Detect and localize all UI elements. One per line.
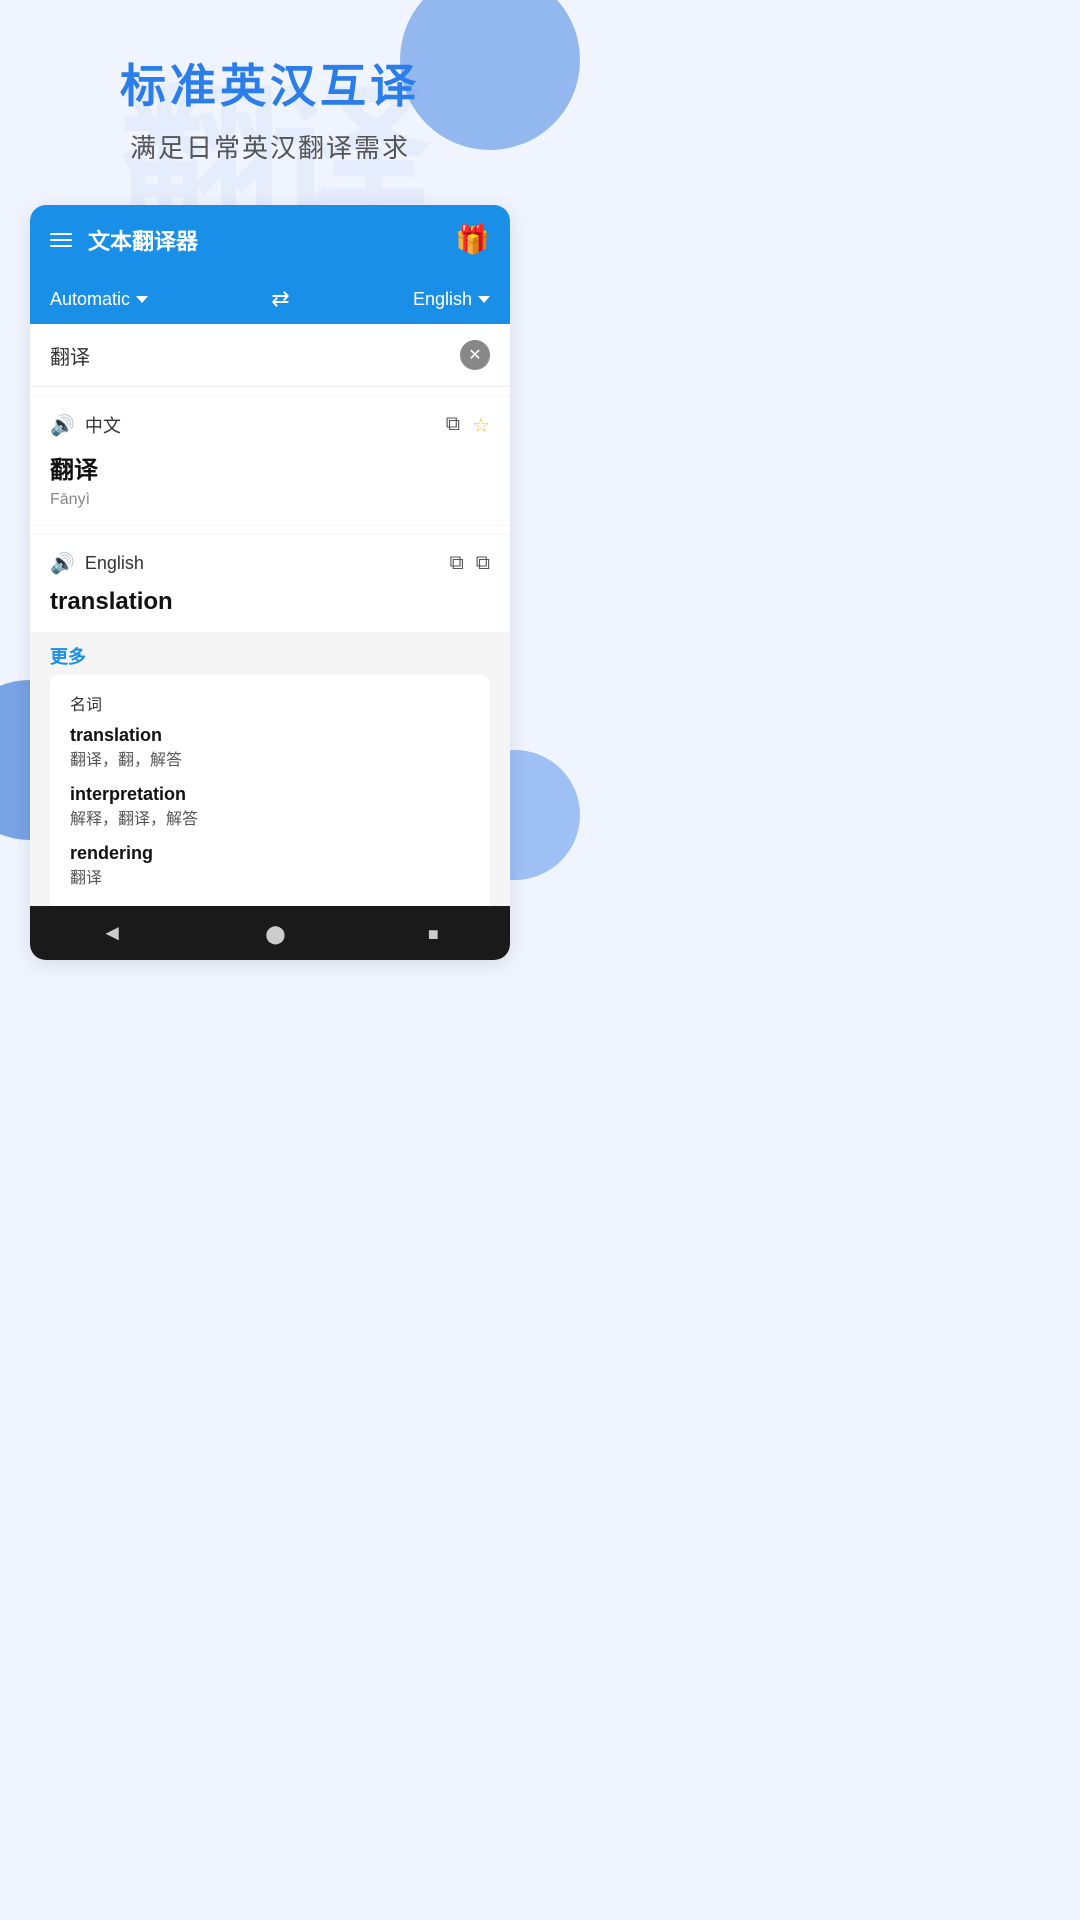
chinese-speaker-icon[interactable]: 🔊: [50, 413, 75, 438]
definitions-card: 名词 translation 翻译，翻，解答 interpretation 解释…: [50, 675, 490, 906]
definition-category: 名词: [70, 691, 470, 715]
def-meaning-3: 翻译: [70, 864, 470, 888]
nav-back-button[interactable]: [101, 920, 123, 946]
swap-languages-button[interactable]: ⇄: [271, 286, 289, 312]
nav-home-button[interactable]: [265, 920, 285, 946]
gift-icon[interactable]: 🎁: [455, 223, 490, 256]
bottom-navigation: [30, 906, 510, 960]
source-language-button[interactable]: Automatic: [50, 289, 148, 310]
english-speaker-icon[interactable]: 🔊: [50, 551, 75, 576]
sub-title: 满足日常英汉翻译需求: [30, 128, 510, 165]
app-card: 文本翻译器 🎁 Automatic ⇄ English 翻译 ✕: [30, 205, 510, 960]
def-word-1: translation: [70, 725, 470, 746]
chinese-lang-label: 中文: [85, 412, 121, 438]
chinese-result-text: 翻译: [50, 450, 490, 485]
app-title: 文本翻译器: [88, 224, 198, 256]
app-topbar: 文本翻译器 🎁: [30, 205, 510, 274]
more-section: 更多 名词 translation 翻译，翻，解答 interpretation…: [30, 633, 510, 906]
clear-button[interactable]: ✕: [460, 340, 490, 370]
app-body: 翻译 ✕ 🔊 中文 ⧉ ☆ 翻译 Fānyì: [30, 324, 510, 906]
def-meaning-2: 解释，翻译，解答: [70, 805, 470, 829]
copy-english-icon[interactable]: ⧉: [476, 552, 490, 575]
definition-item-2: interpretation 解释，翻译，解答: [70, 784, 470, 829]
main-title: 标准英汉互译: [30, 50, 510, 116]
favorite-icon[interactable]: ☆: [472, 413, 490, 438]
pinyin-text: Fānyì: [50, 491, 490, 509]
copy-chinese-icon[interactable]: ⧉: [446, 413, 460, 438]
def-meaning-1: 翻译，翻，解答: [70, 746, 470, 770]
language-selector: Automatic ⇄ English: [30, 274, 510, 324]
target-lang-arrow-icon: [478, 296, 490, 303]
input-text[interactable]: 翻译: [50, 341, 90, 370]
english-lang-label: English: [85, 553, 144, 574]
more-label: 更多: [50, 643, 490, 669]
english-result-text: translation: [50, 588, 490, 616]
input-section: 翻译 ✕: [30, 324, 510, 387]
definition-item-3: rendering 翻译: [70, 843, 470, 888]
nav-recents-button[interactable]: [428, 920, 439, 946]
def-word-3: rendering: [70, 843, 470, 864]
target-language-button[interactable]: English: [413, 289, 490, 310]
definition-item-1: translation 翻译，翻，解答: [70, 725, 470, 770]
chinese-result-section: 🔊 中文 ⧉ ☆ 翻译 Fānyì: [30, 395, 510, 526]
open-external-icon[interactable]: ⧉: [449, 552, 463, 575]
english-result-section: 🔊 English ⧉ ⧉ translation: [30, 534, 510, 633]
source-lang-arrow-icon: [136, 296, 148, 303]
def-word-2: interpretation: [70, 784, 470, 805]
menu-button[interactable]: [50, 233, 72, 247]
